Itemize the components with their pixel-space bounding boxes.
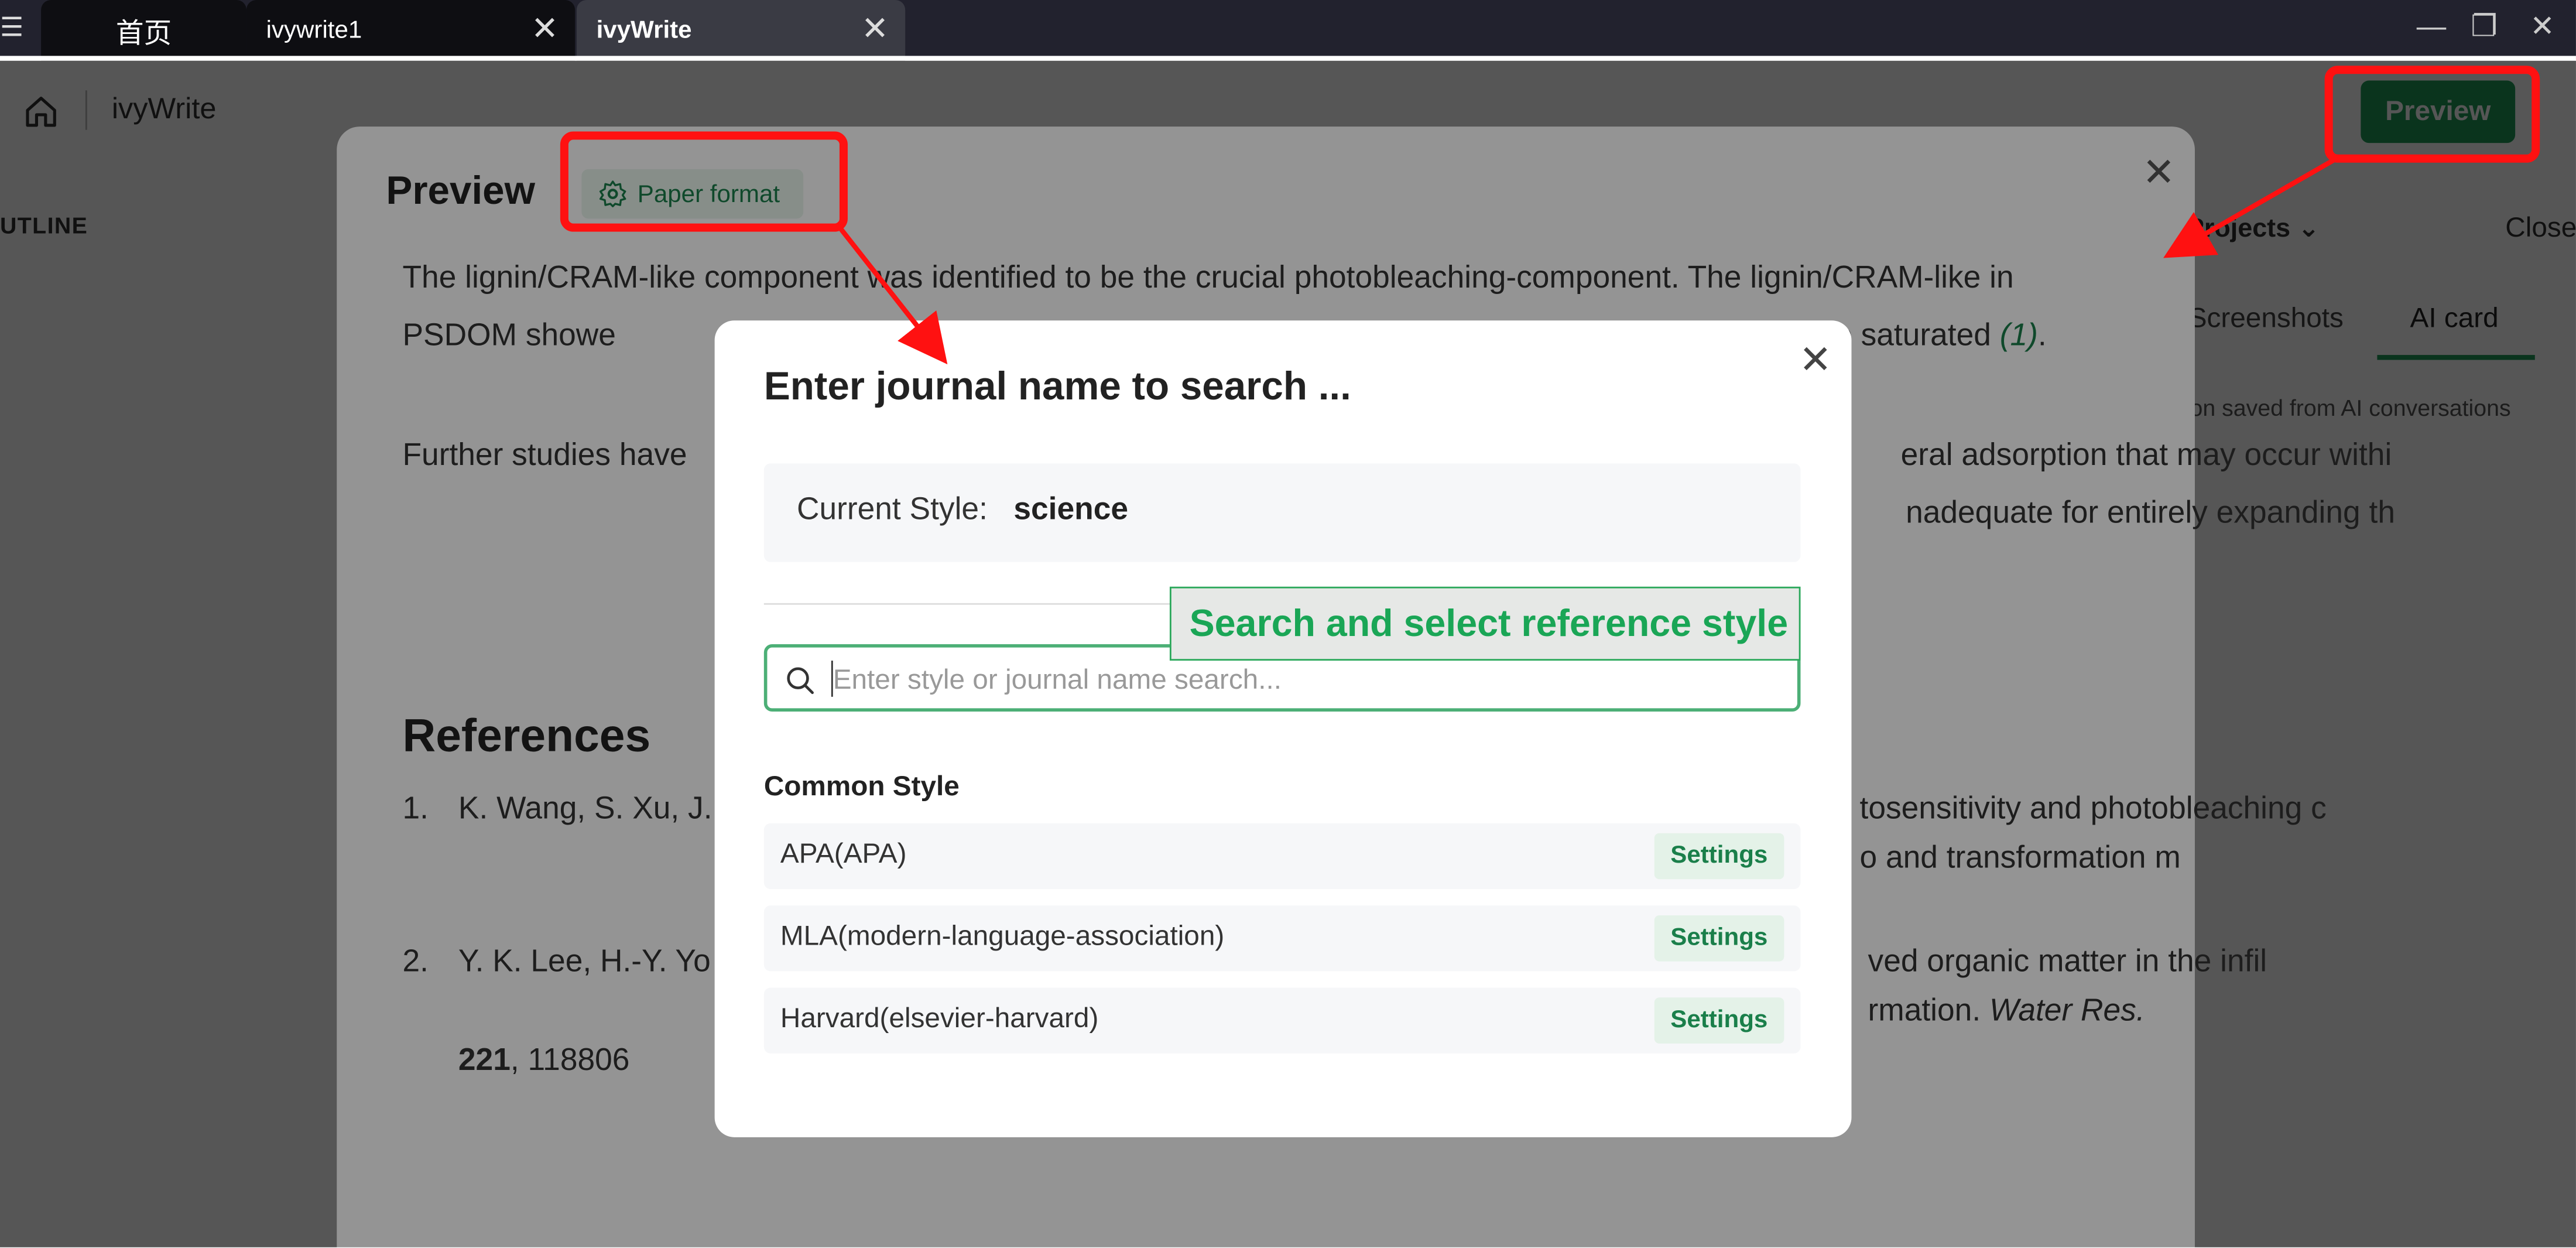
common-style-heading: Common Style	[763, 771, 960, 802]
restore-icon[interactable]: ❐	[2471, 10, 2497, 43]
tab-ivywrite1[interactable]: ivywrite1 ✕	[246, 0, 576, 61]
tab-label: 首页	[115, 18, 172, 50]
text-caret	[831, 661, 833, 697]
style-option-apa[interactable]: APA(APA) Settings	[763, 823, 1801, 890]
modal-title: Enter journal name to search ...	[763, 364, 1351, 409]
close-icon[interactable]: ✕	[531, 13, 559, 46]
titlebar-divider	[0, 56, 2576, 61]
highlight-box-paper-format	[560, 131, 848, 232]
settings-button[interactable]: Settings	[1654, 833, 1784, 880]
highlight-box-preview	[2324, 66, 2540, 163]
close-icon[interactable]: ✕	[861, 13, 889, 46]
current-style-box: Current Style: science	[763, 463, 1801, 562]
style-option-harvard[interactable]: Harvard(elsevier-harvard) Settings	[763, 987, 1801, 1054]
tab-ivywrite[interactable]: ivyWrite ✕	[576, 0, 906, 61]
tab-label: ivywrite1	[266, 16, 362, 45]
tab-label: ivyWrite	[596, 16, 692, 45]
current-style-value: science	[1013, 493, 1129, 528]
settings-button[interactable]: Settings	[1654, 997, 1784, 1044]
close-icon[interactable]: ✕	[1799, 337, 1832, 384]
window-close-icon[interactable]: ✕	[2530, 10, 2554, 43]
style-name: Harvard(elsevier-harvard)	[780, 1002, 1099, 1034]
style-option-mla[interactable]: MLA(modern-language-association) Setting…	[763, 905, 1801, 972]
window-titlebar: ☰ 首页 ivywrite1 ✕ ivyWrite ✕ — ❐ ✕	[0, 0, 2576, 61]
search-icon	[787, 667, 814, 695]
minimize-icon[interactable]: —	[2417, 10, 2447, 43]
tab-home[interactable]: 首页	[41, 0, 246, 61]
settings-button[interactable]: Settings	[1654, 915, 1784, 962]
journal-search-modal: Enter journal name to search ... ✕ Curre…	[714, 320, 1852, 1137]
style-name: APA(APA)	[780, 838, 907, 870]
annotation-callout: Search and select reference style	[1169, 586, 1801, 661]
style-name: MLA(modern-language-association)	[780, 920, 1225, 952]
current-style-label: Current Style:	[796, 493, 988, 528]
menu-icon[interactable]: ☰	[0, 13, 23, 46]
